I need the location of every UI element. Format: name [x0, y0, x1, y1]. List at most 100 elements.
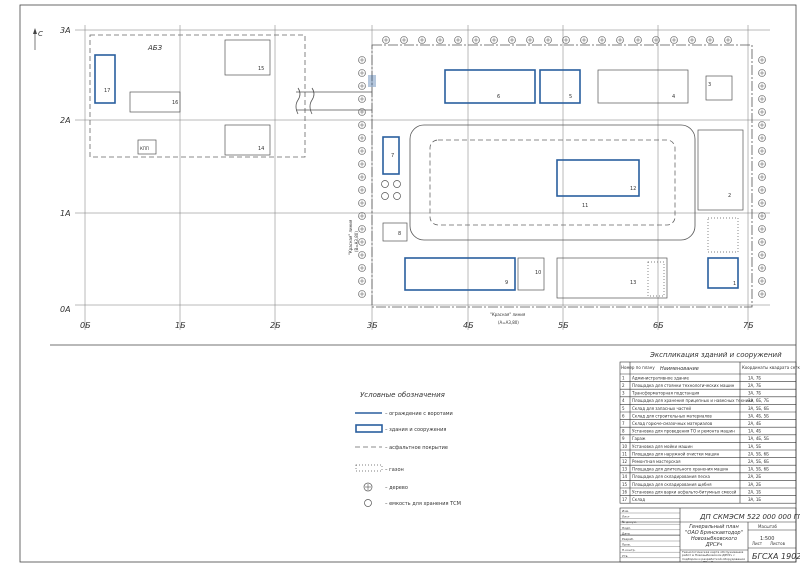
explication-header-number: Номер по плану — [621, 365, 655, 370]
tree-icon — [363, 482, 373, 492]
explication-row-name: Площадка для складирования щебня — [632, 482, 712, 487]
tree-icon — [670, 36, 678, 44]
explication-row-coords: 2А, 4Б — [748, 421, 761, 426]
building-16-number: 16 — [172, 100, 178, 106]
col-label-7b: 7Б — [743, 321, 754, 330]
title-block-row-label: Утв. — [622, 554, 628, 558]
tree-icon — [652, 36, 660, 44]
tree-icon — [358, 277, 366, 285]
tank-icon — [364, 499, 372, 507]
tree-icon — [580, 36, 588, 44]
tree-icon — [758, 290, 766, 298]
explication-header-name: Наименование — [660, 366, 699, 372]
tree-icon — [508, 36, 516, 44]
tree-icon — [358, 69, 366, 77]
explication-row-number: 14 — [622, 474, 628, 479]
tree-icon — [758, 82, 766, 90]
explication-row-coords: 2А, 7Б — [748, 383, 761, 388]
explication-row-number: 16 — [622, 489, 628, 494]
fuel-tanks-icon — [381, 180, 401, 200]
title-block-row-label: Подп. — [622, 526, 631, 530]
tree-icon — [382, 36, 390, 44]
organization: БГСХА 190207 — [752, 552, 800, 561]
explication-row-name: Склад горюче-смазочных материалов — [632, 421, 713, 426]
col-label-5b: 5Б — [558, 321, 569, 330]
north-label: С — [38, 30, 43, 38]
explication-row-name: Площадка для наружной очистки машин — [632, 451, 720, 456]
coordinate-grid — [75, 25, 770, 330]
explication-row-name: Склад для запасных частей — [632, 406, 691, 411]
building-10-number: 10 — [535, 270, 541, 276]
tree-icon — [358, 225, 366, 233]
building-6-number: 6 — [497, 94, 500, 100]
building-3-number: 3 — [708, 82, 711, 88]
tree-icon — [358, 212, 366, 220]
title-block-row-label: Изм. — [622, 509, 629, 513]
legend-item-fence: – ограждение с воротами — [385, 411, 453, 417]
building-7-number: 7 — [391, 153, 394, 159]
building-13 — [556, 257, 668, 299]
building-9-number: 9 — [505, 280, 508, 286]
lawn-area — [707, 217, 739, 253]
title-block-row-label: Н.контр. — [622, 548, 635, 552]
tree-icon — [706, 36, 714, 44]
tree-icon — [758, 160, 766, 168]
explication-title: Экспликация зданий и сооружений — [649, 351, 782, 359]
sheet-label: Лист — [752, 541, 763, 546]
building-2 — [697, 129, 744, 211]
tree-icon — [358, 95, 366, 103]
explication-row-name: Площадка для складирования песка — [632, 474, 711, 479]
title-block-row-label: Лист — [622, 515, 630, 519]
building-9 — [404, 257, 516, 291]
explication-row-coords: 1А, 4Б — [748, 429, 761, 434]
explication-row-number: 17 — [622, 497, 628, 502]
title-block-row-label: Пров. — [622, 543, 631, 547]
tree-icon — [758, 212, 766, 220]
tree-icon — [418, 36, 426, 44]
explication-row-coords: 3А, 5Б, 6Б — [748, 406, 769, 411]
building-12 — [556, 159, 640, 197]
tree-icon — [358, 121, 366, 129]
tree-icon — [758, 134, 766, 142]
kpp-label: КПП — [140, 146, 149, 151]
drawing-description: Технологическая карта обслуживания работ… — [682, 551, 745, 562]
lawn-icon — [355, 464, 383, 472]
explication-row-coords: 3А, 1Б — [748, 497, 761, 502]
tree-icon — [358, 108, 366, 116]
explication-row-number: 8 — [622, 429, 625, 434]
explication-row-coords: 3А, 2Б — [748, 482, 761, 487]
tree-icon — [724, 36, 732, 44]
legend-icons — [355, 412, 383, 507]
red-line-coord-vertical: (В=А3,80) — [354, 231, 359, 252]
drawing-code: ДП СКМЭСМ 522 000 000 ГП — [699, 513, 800, 521]
building-15-number: 15 — [258, 66, 264, 72]
explication-row-number: 2 — [622, 383, 625, 388]
building-6 — [444, 69, 536, 104]
tree-icon — [562, 36, 570, 44]
access-road — [296, 91, 372, 111]
tree-icon — [634, 36, 642, 44]
explication-row-number: 4 — [622, 398, 625, 403]
legend-title: Условные обозначения — [360, 391, 445, 399]
legend-item-asphalt: – асфальтное покрытие — [385, 445, 448, 451]
tree-icon — [358, 199, 366, 207]
tree-icon — [358, 82, 366, 90]
mass-label: Масштаб — [758, 524, 778, 529]
explication-row-number: 12 — [622, 459, 628, 464]
tree-icon — [758, 264, 766, 272]
explication-row-name: Установка для варки асфальто-битумных см… — [632, 489, 737, 494]
tree-icon — [758, 108, 766, 116]
building-5-number: 5 — [569, 94, 572, 100]
explication-row-number: 1 — [622, 375, 625, 380]
building-outline-icon — [355, 424, 383, 433]
row-label-3a: 3А — [60, 26, 71, 35]
gate-icon — [368, 75, 376, 87]
title-block-row-label: № докум. — [622, 520, 637, 524]
tree-icon — [758, 56, 766, 64]
explication-row-number: 6 — [622, 413, 625, 418]
building-2-number: 2 — [728, 193, 731, 199]
explication-header-coords: Координаты квадрата сетки — [742, 365, 800, 370]
tree-icon — [436, 36, 444, 44]
explication-row-coords: 1А, 7Б — [748, 375, 761, 380]
explication-table: Номер по плану Наименование Координаты ква… — [619, 361, 800, 504]
